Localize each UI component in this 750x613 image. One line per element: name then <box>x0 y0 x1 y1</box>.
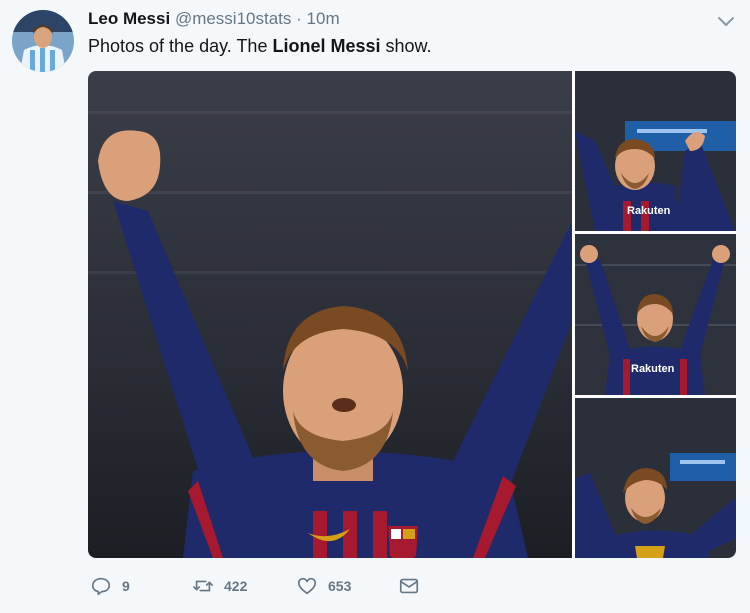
tweet-header: Leo Messi @messi10stats · 10m <box>88 9 340 29</box>
timestamp[interactable]: 10m <box>307 9 340 28</box>
tweet-text-suffix: show. <box>380 36 432 56</box>
main-photo[interactable] <box>88 71 572 558</box>
reply-count: 9 <box>122 578 130 594</box>
tweet-text: Photos of the day. The Lionel Messi show… <box>88 36 432 57</box>
photo-4[interactable] <box>575 398 736 558</box>
direct-message-button[interactable] <box>398 573 420 599</box>
heart-icon <box>297 577 317 595</box>
media-grid: Rakuten Rakuten <box>88 71 736 558</box>
like-count: 653 <box>328 578 352 594</box>
author-name[interactable]: Leo Messi <box>88 9 170 28</box>
sponsor-text: Rakuten <box>631 363 675 375</box>
author-handle[interactable]: @messi10stats <box>175 9 291 28</box>
avatar[interactable] <box>12 10 74 72</box>
separator: · <box>296 9 302 28</box>
retweet-icon <box>193 580 213 592</box>
retweet-count: 422 <box>224 578 248 594</box>
like-button[interactable]: 653 <box>296 573 351 599</box>
avatar-image <box>12 10 74 72</box>
sponsor-text: Rakuten <box>627 205 671 217</box>
retweet-button[interactable]: 422 <box>192 573 247 599</box>
chevron-down-icon[interactable] <box>714 10 738 34</box>
tweet-text-prefix: Photos of the day. The <box>88 36 273 56</box>
photo-3[interactable]: Rakuten <box>575 234 736 395</box>
tweet-card: Leo Messi @messi10stats · 10m Photos of … <box>0 0 750 613</box>
reply-icon <box>91 577 111 596</box>
photo-2[interactable]: Rakuten <box>575 71 736 231</box>
reply-button[interactable]: 9 <box>90 573 130 599</box>
tweet-text-bold[interactable]: Lionel Messi <box>272 36 380 56</box>
message-icon <box>399 578 419 594</box>
